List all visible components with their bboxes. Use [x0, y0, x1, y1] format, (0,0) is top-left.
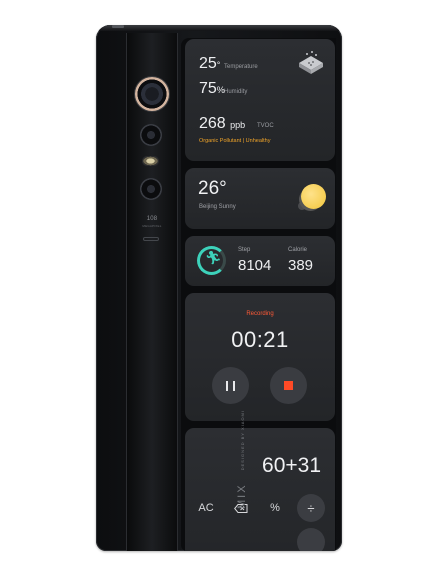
- temperature-reading: 25°: [199, 55, 220, 73]
- megapixel-label: 108 MEGAPIXEL: [142, 216, 162, 230]
- temperature-unit: °: [216, 60, 221, 70]
- recording-time: 00:21: [231, 327, 289, 352]
- step-value: 8104: [238, 257, 272, 274]
- weather-temperature: 26°: [198, 178, 227, 199]
- stop-button[interactable]: [270, 367, 307, 404]
- divide-key[interactable]: ÷: [297, 494, 325, 522]
- air-quality-card[interactable]: 25° Temperature 75% Humidity 268 ppb TVO…: [185, 39, 335, 161]
- tvoc-unit: ppb: [230, 120, 246, 130]
- percent-key[interactable]: %: [260, 502, 290, 514]
- phone-top-edge: [96, 25, 342, 31]
- recording-status: Recording: [246, 311, 274, 317]
- humidity-value: 75: [199, 80, 217, 97]
- clear-key[interactable]: AC: [191, 502, 221, 514]
- calculator-display: 60+31: [262, 454, 321, 477]
- runner-icon: 🏃︎: [205, 250, 222, 265]
- power-button: [112, 25, 124, 28]
- humidity-reading: 75%: [199, 80, 225, 98]
- temperature-label: Temperature: [224, 64, 258, 70]
- pause-button[interactable]: [212, 367, 249, 404]
- calculator-card: 60+31 AC % ÷: [185, 428, 335, 551]
- fitness-card[interactable]: 🏃︎ Step 8104 Calorie 389: [185, 236, 335, 286]
- megapixel-value: 108: [146, 216, 158, 222]
- temperature-value: 25: [199, 55, 217, 72]
- stop-icon: [284, 381, 293, 390]
- phone-device: 108 MEGAPIXEL 25° Temperature 75% Humidi…: [96, 25, 342, 551]
- calorie-label: Calorie: [288, 247, 308, 253]
- next-operator-key[interactable]: [297, 528, 325, 551]
- microphone-slot: [143, 237, 159, 241]
- recorder-card: Recording 00:21: [185, 293, 335, 421]
- wide-lens-icon: [140, 178, 162, 200]
- pollutant-status: Organic Pollutant | Unhealthy: [199, 138, 271, 144]
- weather-card[interactable]: 26° Beijing Sunny: [185, 168, 335, 229]
- main-camera-lens-icon: [135, 77, 169, 111]
- tvoc-reading: 268 ppb: [199, 115, 245, 133]
- telephoto-lens-icon: [140, 124, 162, 146]
- air-purifier-icon: [299, 51, 323, 74]
- weather-location: Beijing Sunny: [199, 204, 236, 210]
- calorie-value: 389: [288, 257, 314, 274]
- flash-icon: [142, 156, 159, 166]
- model-name: MIX: [236, 483, 248, 509]
- tvoc-value: 268: [199, 115, 226, 132]
- sun-icon: [301, 184, 326, 209]
- model-branding: MIX DESIGNED BY XIAOMI: [236, 410, 248, 509]
- step-label: Step: [238, 247, 251, 253]
- humidity-label: Humidity: [224, 89, 248, 95]
- tvoc-label: TVOC: [257, 123, 274, 129]
- megapixel-sub: MEGAPIXEL: [142, 224, 162, 228]
- rear-screen: 25° Temperature 75% Humidity 268 ppb TVO…: [181, 38, 336, 551]
- pause-icon: [226, 380, 235, 391]
- design-tagline: DESIGNED BY XIAOMI: [239, 409, 245, 471]
